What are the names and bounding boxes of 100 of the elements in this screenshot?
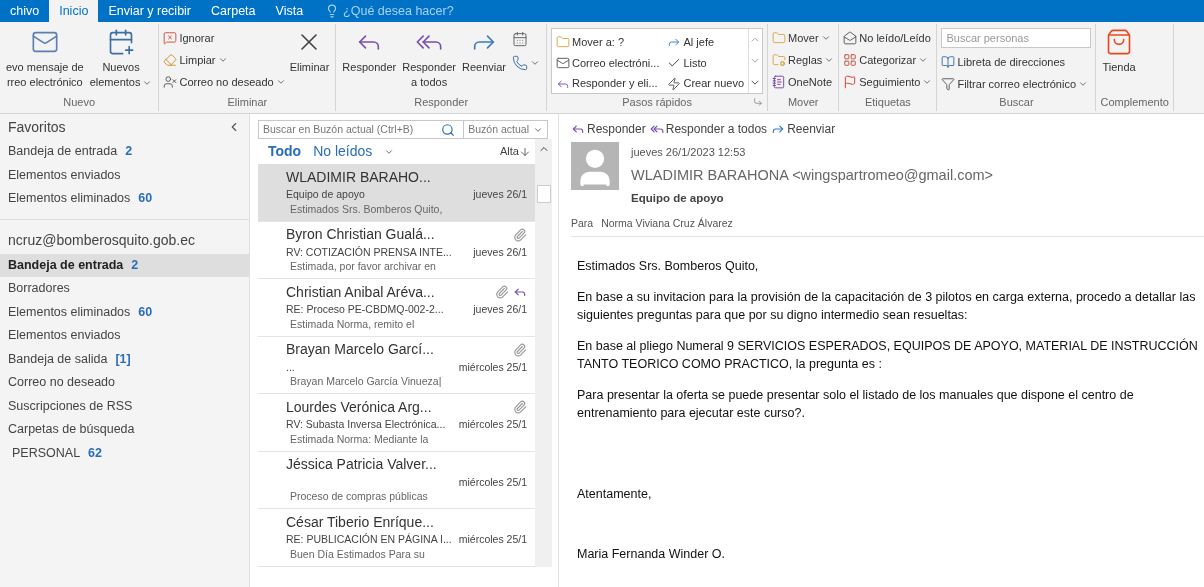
folder-item[interactable]: Borradores [0,277,249,301]
body-paragraph: Estimados Srs. Bomberos Quito, [577,257,760,275]
group-label: Buscar [999,95,1034,111]
message-subject: RE: Proceso PE-CBDMQ-002-2... [286,302,444,317]
message-subject: ... [286,359,295,375]
message-preview: Estimados Srs. Bomberos Quito, [289,201,444,217]
ribbon-button[interactable]: Responder [340,24,399,94]
unread-count: 60 [138,303,153,321]
message-datetime: jueves 26/1/2023 12:53 [631,145,747,160]
account-heading: ncruz@bomberosquito.gob.ec [7,231,196,250]
message-date: jueves 26/1 [473,244,527,260]
ribbon-button[interactable]: Libreta de direcciones [941,52,1092,72]
ribbon-button[interactable]: Correo electróni... [556,53,660,73]
filter-tab[interactable]: Todo [268,141,302,162]
message-subject: RV: COTIZACIÓN PRENSA INTE... [286,244,452,260]
message-date: miércoles 25/1 [458,417,527,432]
people-search-field[interactable]: Buscar personas [941,28,1092,48]
button-label: elementos [89,75,153,90]
message-preview: Brayan Marcelo García Vinueza| [289,374,443,390]
ribbon-button[interactable]: Reglas [772,50,835,70]
button-label: evo mensaje de [6,60,84,75]
ribbon-button[interactable]: Eliminar [287,24,332,94]
filter-tab[interactable]: No leídos [313,141,373,162]
message-preview: Estimada Norma: Mediante la [289,431,430,447]
menu-tab[interactable]: Enviar y recibir [98,0,202,22]
recipient-name: Norma Viviana Cruz Álvarez [601,215,733,231]
message-sender: Byron Christian Gualá... [286,225,435,245]
ribbon-button[interactable]: Crear nuevo [667,74,745,93]
message-from: WLADIMIR BARAHONA <wingspartromeo@gmail.com> [631,165,994,185]
group-label: Responder [414,95,469,111]
message-subject: RV: Subasta Inversa Electrónica... [286,417,446,432]
message-preview: Estimada, por favor archivar en [289,259,437,275]
folder-item[interactable]: Elementos enviados [0,324,249,348]
folder-item[interactable]: Elementos enviados [0,163,249,187]
unread-count: 2 [131,256,139,274]
message-sender: WLADIMIR BARAHO... [286,167,431,187]
message-date: jueves 26/1 [473,187,527,202]
ribbon-button[interactable]: Categorizar [843,50,933,70]
ribbon-button[interactable]: Al jefe [667,33,745,52]
folder-name: Elementos eliminados [8,303,131,321]
ribbon-button[interactable]: Responder a todos [400,24,458,94]
ribbon-button[interactable]: Nuevos elementos [87,24,155,94]
ribbon-button[interactable]: Seguimiento [843,72,933,92]
message-subject: Equipo de apoyo [286,187,365,202]
ribbon-button[interactable]: Correo no deseado [163,72,286,92]
mailbox-search-field[interactable]: Buscar en Buzón actual (Ctrl+B) Buzón actual [258,120,548,139]
message-preview: Proceso de compras públicas [289,489,429,505]
body-paragraph: En base al pliego Numeral 9 SERVICIOS ESPERADOS, EQUIPOS DE APOYO, MATERIAL DE INSTRUCCIÓN TANTO TEORICO COMO PRACTICO, la pregunta es : [577,337,1199,373]
button-label: Tienda [1102,60,1136,75]
folder-item[interactable]: Suscripciones de RSS [0,394,249,418]
reading-action-link[interactable]: Reenviar [771,120,836,138]
menu-tab[interactable]: Carpeta [201,0,266,22]
signature-text: Maria Fernanda Winder O. [577,545,726,563]
reading-action-link[interactable]: Responder a todos [649,120,768,138]
message-title: Equipo de apoyo [631,191,725,207]
folder-item[interactable]: Elementos eliminados 60 [0,187,249,211]
ribbon-button[interactable]: Tienda [1100,24,1138,94]
sort-button[interactable]: Alta [500,143,531,160]
button-label: Responder [342,60,397,75]
ribbon-button[interactable]: Mover a: ? [556,33,660,52]
button-label: Nuevos [102,60,140,75]
ribbon-button[interactable]: Reenviar [460,24,509,94]
group-label: Complemento [1100,95,1169,111]
folder-name: Borradores [8,280,70,298]
body-paragraph: Atentamente, [577,485,653,503]
message-item[interactable]: WLADIMIR BARAHO... Equipo de apoyo jueves 26/1 Estimados Srs. Bomberos Quito, [258,164,535,222]
ribbon-button[interactable]: OneNote [772,72,835,92]
ribbon-button[interactable]: Ignorar [163,28,286,48]
ribbon-button[interactable]: Mover [772,28,835,48]
folder-item[interactable]: Correo no deseado [0,371,249,395]
folder-item[interactable]: Bandeja de entrada 2 [0,253,249,277]
folder-name: Carpetas de búsqueda [8,421,135,439]
unread-count: 62 [88,444,102,462]
body-paragraph: En base a su invitacion para la provisión de la capacitación de 3 pilotos en carga externa, procedo a detallar las siguientes preguntas para que por su digno intermedio sean resueltas: [577,288,1197,324]
ribbon-button[interactable]: Limpiar [163,50,286,70]
quick-steps-gallery[interactable]: Mover a: ? Correo electróni... Responder y eli... Al jefe Listo Crear nuevo [551,28,764,94]
ribbon-button[interactable]: No leído/Leído [843,28,933,48]
menu-tab[interactable]: Inicio [49,0,99,22]
group-label: Mover [787,95,819,111]
to-label: Para [571,215,594,231]
folder-item[interactable]: Elementos eliminados 60 [0,300,249,324]
message-date: miércoles 25/1 [458,359,527,375]
folder-item[interactable]: Bandeja de entrada 2 [0,140,249,164]
folder-item[interactable]: PERSONAL 62 [0,441,249,465]
folder-item[interactable]: Carpetas de búsqueda [0,418,249,442]
scope-dropdown[interactable]: Buzón actual [463,121,547,138]
menu-tab[interactable]: Vista [265,0,314,22]
message-sender: César Tiberio Enríque... [286,512,434,532]
ribbon-button[interactable]: Listo [667,53,745,73]
body-paragraph: Para presentar la oferta se puede presentar solo el listado de los manuales que dispone el centro de entrenamiento para ejecutar este curso?. [577,386,1135,422]
ribbon-button[interactable]: Filtrar correo electrónico [941,74,1092,94]
group-label: Nuevo [63,95,96,111]
ribbon-button[interactable]: evo mensaje de rreo electrónico [4,24,86,94]
message-date: jueves 26/1 [473,302,527,317]
reading-action-link[interactable]: Responder [571,120,646,138]
message-sender: Jéssica Patricia Valver... [286,455,437,475]
group-label: Eliminar [227,95,268,111]
menu-tab[interactable]: chivo [0,0,50,22]
ribbon-button[interactable]: Responder y eli... [556,74,660,93]
folder-item[interactable]: Bandeja de salida [1] [0,347,249,371]
